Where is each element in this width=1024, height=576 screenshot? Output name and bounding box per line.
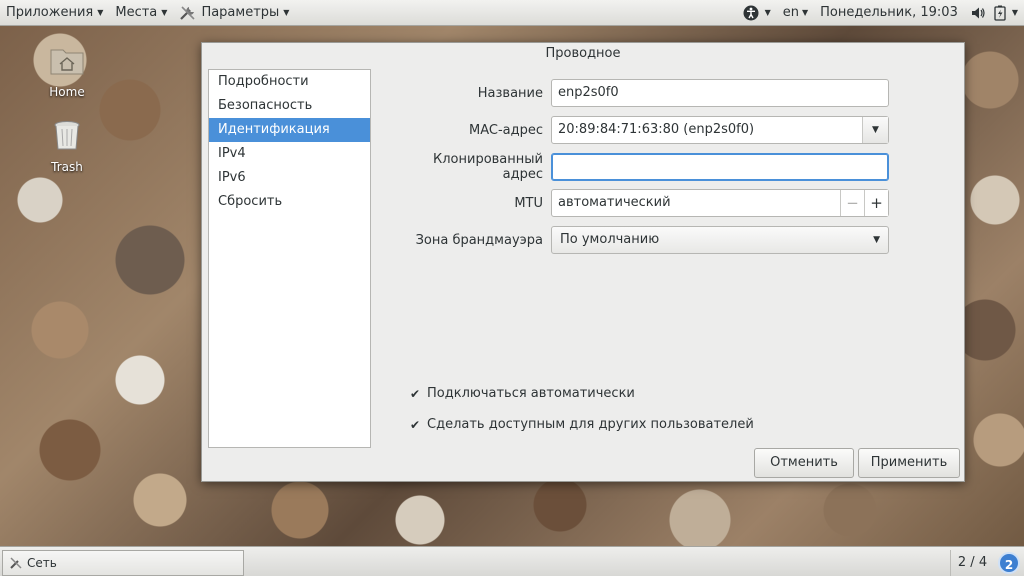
chevron-down-icon: ▼: [764, 8, 771, 17]
mtu-decrement-button[interactable]: −: [840, 190, 864, 216]
chevron-down-icon: ▼: [283, 8, 290, 17]
chevron-down-icon: ▼: [872, 125, 879, 135]
wired-settings-dialog: Проводное Подробности Безопасность Идент…: [201, 42, 965, 482]
firewall-zone-value: По умолчанию: [560, 232, 660, 247]
chevron-down-icon: ▼: [801, 8, 809, 17]
settings-tools-icon: [180, 5, 196, 20]
chevron-down-icon: ▼: [97, 8, 104, 17]
all-users-checkbox[interactable]: ✔ Сделать доступным для других пользоват…: [408, 417, 754, 432]
keyboard-layout-label: en: [782, 5, 799, 20]
chevron-down-icon: ▼: [1011, 8, 1018, 17]
sidebar-item-details[interactable]: Подробности: [209, 70, 370, 94]
home-label: Home: [49, 85, 85, 99]
mtu-spinbutton[interactable]: автоматический − +: [551, 189, 889, 217]
firewall-zone-dropdown[interactable]: По умолчанию ▼: [551, 226, 889, 254]
name-input[interactable]: enp2s0f0: [551, 79, 889, 107]
auto-connect-checkbox[interactable]: ✔ Подключаться автоматически: [408, 386, 635, 401]
sidebar-item-reset[interactable]: Сбросить: [209, 190, 370, 214]
taskbar-item-network[interactable]: Сеть: [2, 550, 244, 576]
sidebar-item-ipv6[interactable]: IPv6: [209, 166, 370, 190]
chevron-down-icon: ▼: [161, 8, 168, 17]
name-label: Название: [477, 85, 543, 101]
top-panel: Приложения ▼ Места ▼ Параметры ▼ ▼ en ▼ …: [0, 0, 1024, 26]
mac-combo[interactable]: 20:89:84:71:63:80 (enp2s0f0) ▼: [551, 116, 889, 144]
settings-sidebar: Подробности Безопасность Идентификация I…: [208, 69, 371, 448]
places-label: Места: [115, 5, 158, 20]
cancel-button[interactable]: Отменить: [754, 448, 854, 478]
dialog-title: Проводное: [545, 46, 621, 61]
auto-connect-label: Подключаться автоматически: [427, 386, 635, 401]
sidebar-item-ipv4[interactable]: IPv4: [209, 142, 370, 166]
places-menu[interactable]: Места ▼: [109, 0, 173, 26]
mac-label: MAC-адрес: [468, 122, 543, 138]
chevron-down-icon: ▼: [873, 235, 880, 245]
cloned-address-input[interactable]: [551, 153, 889, 181]
checkmark-icon: ✔: [409, 386, 421, 401]
apply-button[interactable]: Применить: [858, 448, 960, 478]
mac-dropdown-button[interactable]: ▼: [862, 117, 888, 143]
mtu-value: автоматический: [558, 195, 671, 210]
checkmark-icon: ✔: [409, 417, 421, 432]
keyboard-layout-menu[interactable]: en ▼: [777, 0, 814, 26]
mac-value: 20:89:84:71:63:80 (enp2s0f0): [558, 122, 755, 137]
home-folder-icon: [50, 49, 84, 75]
mtu-label: MTU: [514, 195, 543, 211]
system-menu[interactable]: ▼: [964, 0, 1024, 26]
mtu-increment-button[interactable]: +: [864, 190, 888, 216]
accessibility-icon: [743, 5, 759, 20]
firewall-zone-label: Зона брандмауэра: [415, 232, 543, 248]
sidebar-item-identity[interactable]: Идентификация: [209, 118, 370, 142]
app-menu[interactable]: Параметры ▼: [173, 0, 295, 26]
cloned-address-label: Клонированный адрес: [433, 152, 543, 182]
desktop-icon-trash[interactable]: Trash: [32, 117, 102, 174]
datetime-label: Понедельник, 19:03: [820, 5, 958, 20]
desktop-icon-home[interactable]: Home: [32, 42, 102, 99]
accessibility-menu[interactable]: ▼: [737, 0, 777, 26]
trash-label: Trash: [51, 160, 83, 174]
app-name-label: Параметры: [201, 5, 280, 20]
battery-icon: [994, 5, 1006, 21]
volume-icon: [971, 7, 985, 18]
trash-icon: [54, 121, 80, 150]
notification-badge[interactable]: 2: [998, 552, 1020, 574]
applications-menu[interactable]: Приложения ▼: [0, 0, 109, 26]
plus-icon: +: [870, 194, 883, 212]
sidebar-item-security[interactable]: Безопасность: [209, 94, 370, 118]
clock[interactable]: Понедельник, 19:03: [814, 0, 964, 26]
all-users-label: Сделать доступным для других пользовател…: [427, 417, 754, 432]
applications-label: Приложения: [6, 5, 94, 20]
bottom-panel: Сеть 2 / 4 2: [0, 546, 1024, 576]
settings-tools-icon: [10, 557, 22, 569]
name-value: enp2s0f0: [558, 85, 619, 100]
minus-icon: −: [846, 194, 859, 212]
taskbar-label: Сеть: [27, 556, 57, 570]
workspace-switcher[interactable]: 2 / 4: [950, 550, 994, 576]
